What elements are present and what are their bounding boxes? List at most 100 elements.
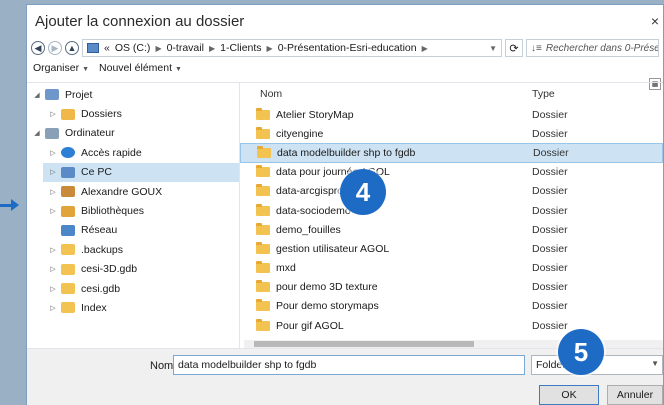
list-item[interactable]: Pour demo storymaps Dossier (240, 297, 663, 316)
list-item-type: Dossier (532, 262, 568, 275)
folder-icon (256, 241, 270, 254)
list-item[interactable]: Pour gif AGOL Dossier (240, 316, 663, 335)
collapsed-arrow-icon[interactable]: ▷ (47, 149, 59, 157)
name-field[interactable]: data modelbuilder shp to fgdb (173, 355, 525, 375)
expanded-arrow-icon[interactable]: ◢ (31, 129, 43, 137)
tree-item[interactable]: ▷ cesi.gdb (27, 279, 239, 298)
list-item[interactable]: data pour journée AGOL Dossier (240, 163, 663, 182)
list-item-name-cell: Pour demo storymaps (240, 299, 532, 312)
organize-menu[interactable]: Organiser ▼ (33, 62, 89, 74)
list-item[interactable]: data modelbuilder shp to fgdb Dossier (240, 143, 663, 163)
collapsed-arrow-icon[interactable]: ▷ (47, 168, 59, 176)
navigation-tree: ◢ Projet ▷ Dossiers ◢ Ordinateur ▷ Accès rapide… (27, 83, 240, 348)
list-item[interactable]: data-arcgispro Dossier (240, 182, 663, 201)
list-item-name-cell: data-arcgispro (240, 184, 532, 197)
list-item-name-cell: data modelbuilder shp to fgdb (241, 145, 533, 159)
list-item[interactable]: data-sociodemo Dossier (240, 201, 663, 220)
folder-icon (256, 184, 270, 197)
tree-item-label: Index (81, 301, 107, 314)
tree-item-label: Accès rapide (81, 146, 142, 159)
collapsed-arrow-icon[interactable]: ▷ (47, 188, 59, 196)
list-item-name-cell: Pour gif AGOL (240, 318, 532, 332)
up-icon[interactable]: ▲ (65, 41, 79, 55)
list-item[interactable]: mxd Dossier (240, 259, 663, 278)
network-icon (61, 224, 75, 236)
list-item-type: Dossier (532, 223, 568, 236)
search-input[interactable]: ↓≡ Rechercher dans 0-Présentation-Esri-.… (526, 39, 659, 57)
list-rows: Atelier StoryMap Dossier cityengine Dossier… (240, 105, 663, 335)
list-item-name: Atelier StoryMap (276, 108, 354, 121)
list-item-name: data-sociodemo (276, 204, 351, 217)
forward-icon[interactable]: ▶ (48, 41, 62, 55)
list-item-type: Dossier (532, 185, 568, 198)
user-icon (61, 186, 75, 198)
refresh-icon[interactable]: ⟳ (505, 39, 523, 57)
list-item-type: Dossier (532, 108, 568, 121)
list-item-type: Dossier (532, 204, 568, 217)
tree-item-label: Projet (65, 88, 93, 101)
tree-item[interactable]: ▷ .backups (27, 240, 239, 259)
project-icon (45, 89, 59, 101)
breadcrumb-crumb[interactable]: OS (C:) (115, 42, 151, 54)
scrollbar-thumb[interactable] (254, 341, 474, 347)
star-icon (61, 147, 75, 159)
folder-icon (256, 280, 270, 293)
tree-item[interactable]: ◢ Projet (27, 85, 239, 104)
arrow-pointer-icon (11, 199, 19, 211)
tree-item[interactable]: ▷ Bibliothèques (27, 201, 239, 220)
browser-content: ◢ Projet ▷ Dossiers ◢ Ordinateur ▷ Accès rapide… (27, 82, 663, 348)
list-item[interactable]: cityengine Dossier (240, 124, 663, 143)
folder-icon (61, 244, 75, 256)
list-item-type: Dossier (533, 146, 569, 159)
toolbar: Organiser ▼ Nouvel élément ▼ (27, 59, 663, 77)
list-item[interactable]: pour demo 3D texture Dossier (240, 278, 663, 297)
tree-item[interactable]: ▷ Dossiers (27, 104, 239, 123)
tree-item[interactable]: Réseau (27, 221, 239, 240)
library-icon (61, 205, 75, 217)
folders-icon (61, 108, 75, 120)
collapsed-arrow-icon[interactable]: ▷ (47, 265, 59, 273)
list-item-name-cell: mxd (240, 261, 532, 274)
close-icon[interactable]: × (651, 13, 659, 29)
ok-button[interactable]: OK (539, 385, 599, 405)
tree-item-label: Ordinateur (65, 127, 115, 140)
breadcrumb-crumb[interactable]: 0-Présentation-Esri-education (278, 42, 417, 54)
list-item-type: Dossier (532, 242, 568, 255)
tree-item-label: Bibliothèques (81, 205, 145, 218)
new-item-menu[interactable]: Nouvel élément ▼ (99, 62, 182, 74)
column-header-type[interactable]: Type (532, 88, 555, 100)
collapsed-arrow-icon[interactable]: ▷ (47, 207, 59, 215)
tree-item-label: Réseau (81, 224, 118, 237)
cancel-button[interactable]: Annuler (607, 385, 663, 405)
folder-icon (256, 318, 270, 331)
expanded-arrow-icon[interactable]: ◢ (31, 91, 43, 99)
folder-icon (256, 165, 270, 178)
list-item-name-cell: demo_fouilles (240, 222, 532, 236)
list-item[interactable]: demo_fouilles Dossier (240, 220, 663, 239)
collapsed-arrow-icon[interactable]: ▷ (47, 110, 59, 118)
list-item-name: data modelbuilder shp to fgdb (277, 146, 416, 159)
breadcrumb-crumb[interactable]: 0-travail (167, 42, 204, 54)
tree-item-label: Alexandre GOUX (81, 185, 163, 198)
tree-item[interactable]: ▷ Index (27, 298, 239, 317)
tree-item[interactable]: ▷ cesi-3D.gdb (27, 260, 239, 279)
list-item-type: Dossier (532, 281, 568, 294)
search-placeholder: Rechercher dans 0-Présentation-Esri-... (545, 42, 658, 54)
collapsed-arrow-icon[interactable]: ▷ (47, 246, 59, 254)
column-header-name[interactable]: Nom (240, 88, 532, 100)
breadcrumb[interactable]: « OS (C:) ▶ 0-travail ▶ 1-Clients ▶ 0-Pr… (82, 39, 502, 57)
breadcrumb-crumb[interactable]: 1-Clients (220, 42, 261, 54)
tree-item[interactable]: ▷ Accès rapide (27, 143, 239, 162)
list-item[interactable]: gestion utilisateur AGOL Dossier (240, 239, 663, 258)
collapsed-arrow-icon[interactable]: ▷ (47, 285, 59, 293)
list-item[interactable]: Atelier StoryMap Dossier (240, 105, 663, 124)
list-item-type: Dossier (532, 300, 568, 313)
list-item-name: demo_fouilles (276, 223, 341, 236)
tree-item[interactable]: ◢ Ordinateur (27, 124, 239, 143)
tree-item[interactable]: ▷ Alexandre GOUX (27, 182, 239, 201)
tree-item[interactable]: ▷ Ce PC (43, 162, 239, 182)
collapsed-arrow-icon[interactable]: ▷ (47, 304, 59, 312)
back-icon[interactable]: ◀ (31, 41, 45, 55)
chevron-down-icon[interactable]: ▼ (489, 44, 497, 53)
breadcrumb-overflow[interactable]: « (104, 42, 110, 54)
